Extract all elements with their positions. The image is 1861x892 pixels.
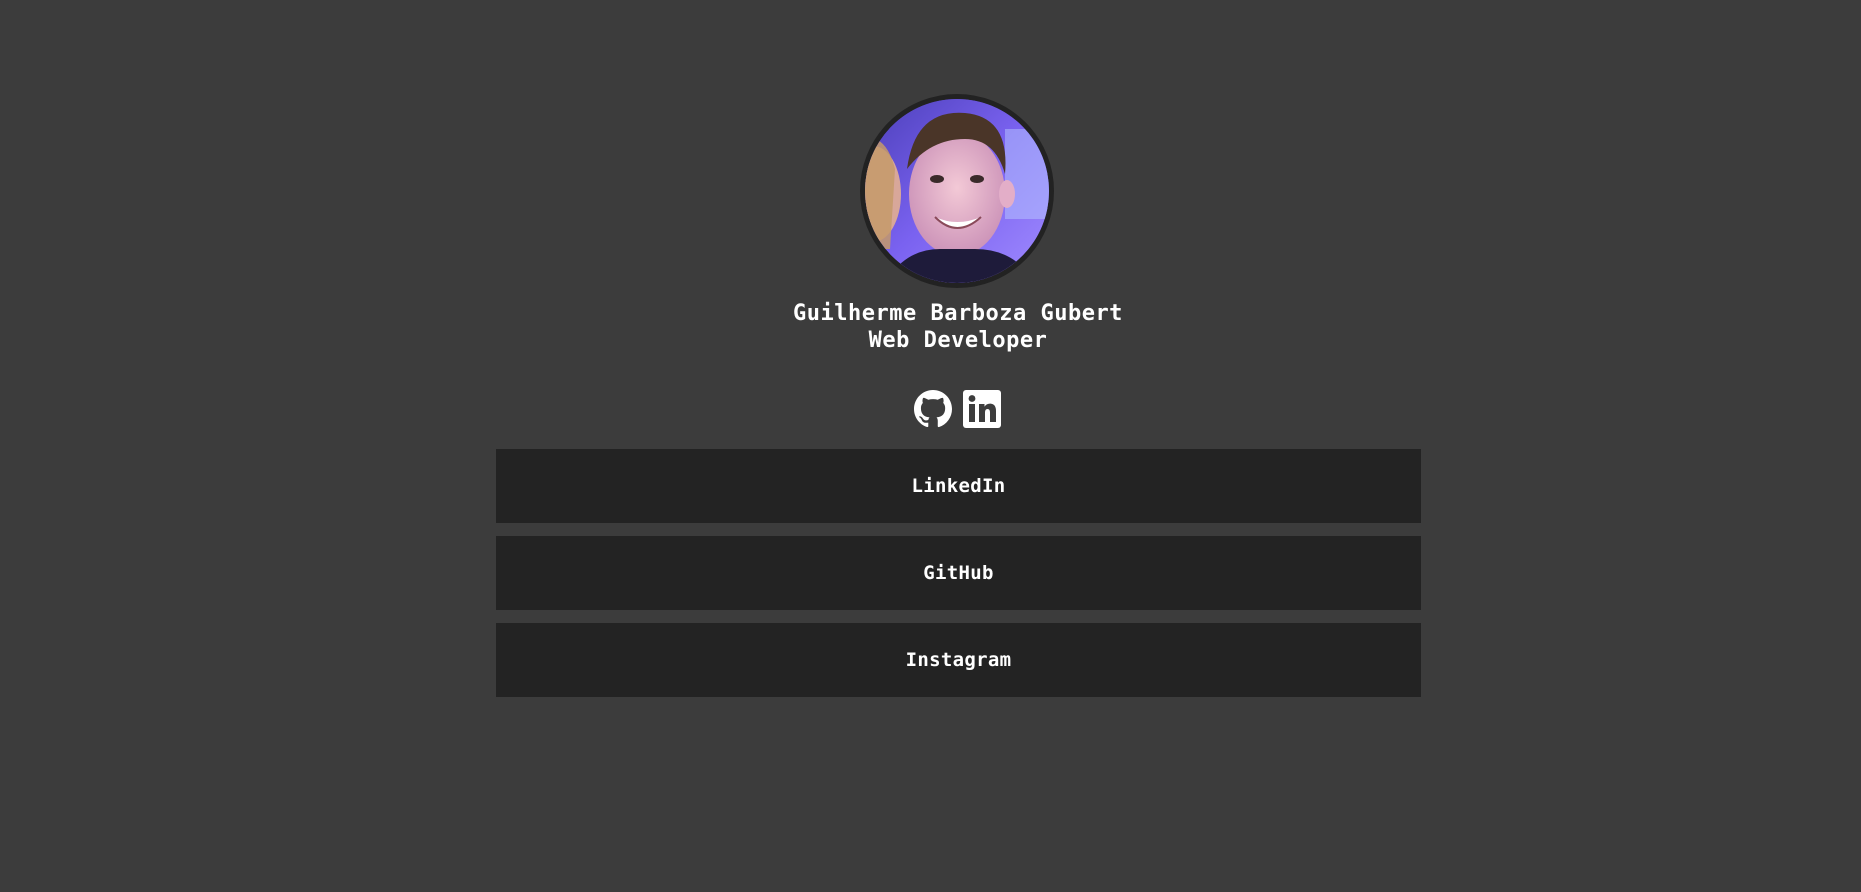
profile-name: Guilherme Barboza Gubert (793, 301, 1123, 326)
link-list: LinkedIn GitHub Instagram (496, 449, 1421, 710)
linkedin-link-button[interactable]: LinkedIn (496, 449, 1421, 523)
instagram-link-button[interactable]: Instagram (496, 623, 1421, 697)
profile-role: Web Developer (868, 328, 1048, 353)
social-icons (914, 390, 1001, 428)
profile-photo (865, 99, 1049, 283)
linkedin-icon[interactable] (963, 390, 1001, 428)
github-link-button[interactable]: GitHub (496, 536, 1421, 610)
avatar (860, 94, 1054, 288)
linktree-page: Guilherme Barboza Gubert Web Developer L… (0, 0, 1861, 892)
github-icon[interactable] (914, 390, 952, 428)
